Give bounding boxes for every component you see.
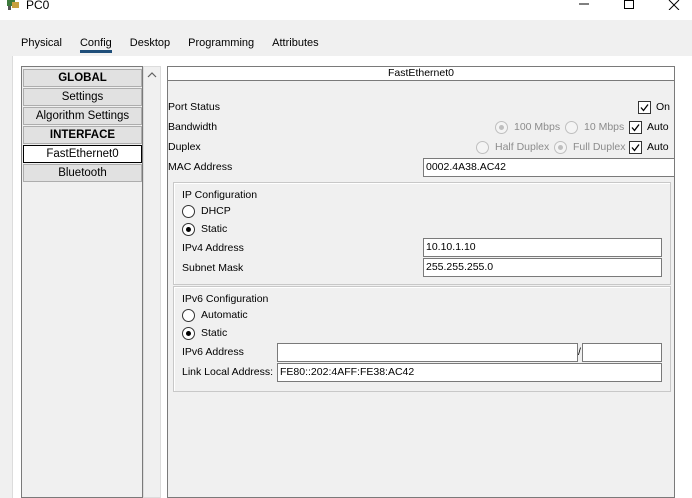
- ipv4-address-label: IPv4 Address: [182, 242, 244, 254]
- chevron-up-icon: [147, 72, 157, 78]
- ipv6-automatic-label: Automatic: [201, 309, 248, 321]
- bandwidth-label: Bandwidth: [168, 121, 218, 133]
- checkmark-icon: [631, 124, 640, 132]
- ipv6-address-label: IPv6 Address: [182, 346, 244, 358]
- mac-address-label: MAC Address: [168, 161, 233, 173]
- close-icon: [668, 0, 680, 11]
- ip-configuration-label: IP Configuration: [182, 189, 258, 201]
- ipv6-address-field[interactable]: [277, 343, 578, 362]
- ipv4-address-field[interactable]: 10.10.1.10: [423, 238, 662, 257]
- bandwidth-100-label: 100 Mbps: [514, 121, 561, 133]
- bandwidth-100-radio[interactable]: [495, 121, 508, 134]
- ipv6-configuration-label: IPv6 Configuration: [182, 293, 269, 305]
- nav-item-settings[interactable]: Settings: [23, 88, 142, 106]
- close-button[interactable]: [654, 0, 692, 14]
- ipv6-static-label: Static: [201, 327, 228, 339]
- link-local-address-field[interactable]: FE80::202:4AFF:FE38:AC42: [277, 363, 662, 382]
- minimize-button[interactable]: [564, 0, 604, 14]
- port-status-label: Port Status: [168, 101, 220, 113]
- checkmark-icon: [640, 104, 649, 112]
- title-bar: PC0: [0, 0, 692, 20]
- port-status-on-label: On: [656, 101, 671, 113]
- duplex-full-radio[interactable]: [554, 141, 567, 154]
- panel-title: FastEthernet0: [168, 67, 674, 81]
- duplex-auto-checkbox[interactable]: [629, 141, 642, 154]
- nav-item-algorithm-settings[interactable]: Algorithm Settings: [23, 107, 142, 125]
- nav-item-bluetooth[interactable]: Bluetooth: [23, 164, 142, 182]
- ipv4-static-radio[interactable]: [182, 223, 195, 236]
- ipv6-prefix-separator: /: [578, 346, 581, 358]
- tab-physical[interactable]: Physical: [12, 31, 71, 55]
- duplex-full-label: Full Duplex: [573, 141, 626, 153]
- ipv6-automatic-radio[interactable]: [182, 309, 195, 322]
- dhcp-radio[interactable]: [182, 205, 195, 218]
- duplex-auto-label: Auto: [647, 141, 669, 153]
- ipv6-prefix-field[interactable]: [582, 343, 662, 362]
- nav-header-global: GLOBAL: [23, 69, 142, 87]
- nav-scrollbar[interactable]: [143, 66, 161, 498]
- tab-config[interactable]: Config: [70, 31, 121, 55]
- port-status-checkbox[interactable]: [638, 101, 651, 114]
- tab-desktop[interactable]: Desktop: [121, 31, 179, 55]
- tab-programming[interactable]: Programming: [179, 31, 263, 55]
- nav-header-interface: INTERFACE: [23, 126, 142, 144]
- maximize-button[interactable]: [609, 0, 649, 14]
- scroll-up-arrow[interactable]: [144, 67, 160, 83]
- dhcp-label: DHCP: [201, 205, 231, 217]
- nav-item-fastethernet0[interactable]: FastEthernet0: [23, 145, 142, 163]
- app-icon: [7, 0, 19, 10]
- subnet-mask-label: Subnet Mask: [182, 262, 244, 274]
- checkmark-icon: [631, 144, 640, 152]
- mac-address-field[interactable]: 0002.4A38.AC42: [423, 158, 675, 177]
- bandwidth-10-label: 10 Mbps: [584, 121, 625, 133]
- bandwidth-auto-checkbox[interactable]: [629, 121, 642, 134]
- tab-bar: Physical Config Desktop Programming Attr…: [12, 31, 328, 55]
- subnet-mask-field[interactable]: 255.255.255.0: [423, 258, 662, 277]
- interface-panel: FastEthernet0 Port Status On Bandwidth 1…: [167, 66, 675, 498]
- duplex-half-label: Half Duplex: [495, 141, 550, 153]
- bandwidth-10-radio[interactable]: [565, 121, 578, 134]
- tab-attributes[interactable]: Attributes: [263, 31, 327, 55]
- duplex-label: Duplex: [168, 141, 201, 153]
- maximize-icon: [624, 0, 634, 9]
- config-nav: GLOBAL Settings Algorithm Settings INTER…: [21, 66, 143, 498]
- link-local-address-label: Link Local Address:: [182, 366, 274, 378]
- duplex-half-radio[interactable]: [476, 141, 489, 154]
- window-title: PC0: [26, 0, 50, 12]
- ipv6-static-radio[interactable]: [182, 327, 195, 340]
- minimize-icon: [579, 3, 589, 5]
- bandwidth-auto-label: Auto: [647, 121, 669, 133]
- ipv4-static-label: Static: [201, 223, 228, 235]
